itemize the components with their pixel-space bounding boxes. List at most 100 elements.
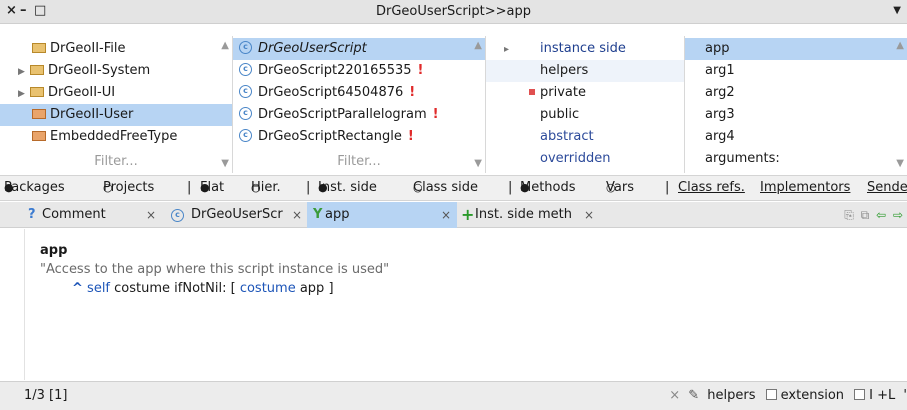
close-tab-icon[interactable]: × [146, 202, 156, 228]
expand-arrow-icon[interactable]: ▸ [504, 39, 540, 61]
il-checkbox[interactable] [854, 389, 866, 400]
tab-label: app [325, 207, 350, 222]
scroll-down-icon[interactable]: ▼ [896, 158, 904, 169]
method-item[interactable]: arg2 [685, 82, 907, 104]
class-refs-link[interactable]: Class refs. [678, 176, 745, 200]
package-label: DrGeoII-File [50, 41, 126, 56]
package-list-pane[interactable]: DrGeoII-File ▶ DrGeoII-System ▶ DrGeoII-UI… [0, 36, 232, 173]
method-item[interactable]: arg4 [685, 126, 907, 148]
method-item[interactable]: arg1 [685, 60, 907, 82]
status-right-controls: × ✎ helpers extension I +L ' [669, 382, 907, 410]
package-item-selected[interactable]: DrGeoII-User [0, 104, 232, 126]
class-icon: c [171, 209, 184, 222]
class-label: DrGeoScriptParallelogram [258, 107, 427, 122]
close-tab-icon[interactable]: × [584, 202, 594, 228]
window-menu-icon[interactable]: ▼ [893, 5, 901, 16]
close-tab-icon[interactable]: × [441, 202, 451, 228]
protocol-label: public [540, 107, 580, 122]
scroll-up-icon[interactable]: ▲ [896, 40, 904, 51]
expand-arrow-icon[interactable]: ▶ [18, 83, 30, 105]
toolbar-separator: | [306, 180, 311, 195]
tab-tools: ⎘ ⧉ ⇦ ⇨ [844, 208, 903, 223]
package-icon [30, 86, 44, 97]
copy-icon[interactable]: ⎘ [844, 208, 854, 222]
close-icon[interactable]: × [669, 388, 680, 403]
protocol-label: private [540, 85, 586, 100]
protocol-label: instance side [540, 41, 626, 56]
package-item[interactable]: DrGeoII-File [0, 38, 232, 60]
protocol-name[interactable]: helpers [707, 388, 755, 403]
tab-label: Inst. side meth [475, 207, 572, 222]
class-item-selected[interactable]: c DrGeoUserScript [233, 38, 485, 60]
protocol-item[interactable]: helpers [486, 60, 684, 82]
close-tab-icon[interactable]: × [292, 202, 302, 228]
scroll-up-icon[interactable]: ▲ [474, 40, 482, 51]
scroll-down-icon[interactable]: ▼ [474, 158, 482, 169]
method-item-selected[interactable]: app [685, 38, 907, 60]
protocol-list-pane[interactable]: ▸ instance side helpers private public ab… [486, 36, 684, 173]
window-title-bar: × – □ DrGeoUserScript>>app ▼ [0, 0, 907, 24]
protocol-item[interactable]: public [486, 104, 684, 126]
scroll-up-icon[interactable]: ▲ [221, 40, 229, 51]
protocol-item[interactable]: private [486, 82, 684, 104]
protocol-item[interactable]: overridden [486, 148, 684, 170]
code-statement: ^ self costume ifNotNil: [ costume app ] [72, 281, 334, 296]
protocol-item[interactable]: ▸ instance side [486, 38, 684, 60]
protocol-label: abstract [540, 129, 594, 144]
class-item[interactable]: c DrGeoScriptRectangle! [233, 126, 485, 148]
method-label: arg2 [705, 85, 735, 100]
tab-label: DrGeoUserScr [191, 207, 283, 222]
editor-gutter [24, 229, 25, 380]
package-label: DrGeoII-UI [48, 85, 116, 100]
tab-class[interactable]: c DrGeoUserScr × [165, 202, 307, 228]
protocol-label: helpers [540, 63, 589, 78]
package-item[interactable]: ▶ DrGeoII-UI [0, 82, 232, 104]
new-window-icon[interactable]: ⧉ [861, 208, 870, 222]
plus-icon: + [461, 205, 475, 224]
code-editor[interactable]: app "Access to the app where this script… [0, 229, 907, 380]
tab-comment[interactable]: ? Comment × [0, 202, 165, 228]
toolbar-separator: | [187, 180, 192, 195]
implementors-link[interactable]: Implementors [760, 176, 850, 200]
class-list-pane[interactable]: c DrGeoUserScript c DrGeoScript220165535! … [233, 36, 485, 173]
tab-label: Comment [42, 207, 106, 222]
warning-icon: ! [432, 107, 439, 122]
class-item[interactable]: c DrGeoScript220165535! [233, 60, 485, 82]
senders-link[interactable]: Sende [867, 176, 907, 200]
help-icon: ? [28, 207, 36, 222]
toolbar-separator: | [508, 180, 513, 195]
package-filter-input[interactable]: Filter... [0, 153, 232, 171]
method-item[interactable]: arguments: [685, 148, 907, 170]
class-label: DrGeoScriptRectangle [258, 129, 402, 144]
package-item[interactable]: EmbeddedFreeType [0, 126, 232, 148]
package-icon [32, 42, 46, 53]
method-comment: "Access to the app where this script ins… [40, 262, 390, 277]
tab-method-app[interactable]: Y app × [307, 202, 457, 228]
pencil-icon[interactable]: ✎ [688, 388, 699, 403]
protocol-item[interactable]: abstract [486, 126, 684, 148]
method-label: app [705, 41, 730, 56]
class-item[interactable]: c DrGeoScript64504876! [233, 82, 485, 104]
package-icon [32, 130, 46, 141]
class-icon: c [239, 107, 252, 120]
scroll-down-icon[interactable]: ▼ [221, 158, 229, 169]
expand-arrow-icon[interactable]: ▶ [18, 61, 30, 83]
method-label: arg1 [705, 63, 735, 78]
method-icon: Y [313, 207, 323, 222]
extension-checkbox[interactable] [765, 389, 777, 400]
class-label: DrGeoScript220165535 [258, 63, 412, 78]
forward-arrow-icon[interactable]: ⇨ [893, 208, 903, 222]
back-arrow-icon[interactable]: ⇦ [876, 208, 886, 222]
method-item[interactable]: arg3 [685, 104, 907, 126]
window-title: DrGeoUserScript>>app [376, 4, 531, 19]
class-filter-input[interactable]: Filter... [233, 153, 485, 171]
package-item[interactable]: ▶ DrGeoII-System [0, 60, 232, 82]
package-label: EmbeddedFreeType [50, 129, 178, 144]
private-marker-icon [529, 88, 535, 95]
method-selector: app [40, 243, 68, 258]
class-item[interactable]: c DrGeoScriptParallelogram! [233, 104, 485, 126]
method-list-pane[interactable]: app arg1 arg2 arg3 arg4 arguments: ▲ ▼ [685, 36, 907, 173]
il-label: I +L [869, 388, 896, 403]
tab-new-method[interactable]: + Inst. side meth × [457, 202, 605, 228]
class-label: DrGeoScript64504876 [258, 85, 404, 100]
